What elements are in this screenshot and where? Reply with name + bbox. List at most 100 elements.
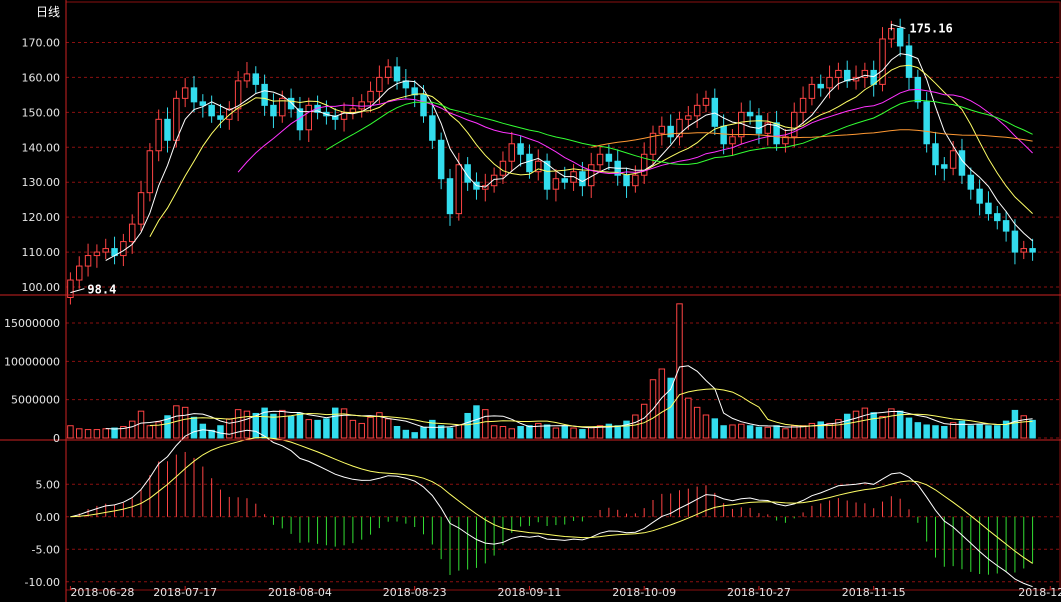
volume-bar bbox=[640, 403, 648, 439]
period-label: 日线 bbox=[36, 5, 60, 19]
volume-bar bbox=[482, 409, 489, 439]
candle-body bbox=[1020, 248, 1027, 253]
candle-body bbox=[1002, 220, 1010, 232]
volume-bar bbox=[102, 428, 109, 439]
low-price-marker: 98.4 bbox=[87, 283, 116, 297]
candle-body bbox=[429, 115, 436, 141]
candle-body bbox=[667, 125, 674, 138]
x-tick-label: 2018-12-15 bbox=[1018, 586, 1061, 599]
volume-bar bbox=[526, 425, 533, 439]
volume-bar bbox=[226, 418, 233, 439]
volume-bar bbox=[146, 425, 154, 439]
candle-body bbox=[843, 69, 851, 82]
candle-body bbox=[508, 143, 516, 162]
volume-bar bbox=[331, 407, 339, 439]
volume-bar bbox=[870, 412, 877, 439]
volume-bar bbox=[358, 422, 365, 439]
volume-bar bbox=[84, 429, 92, 439]
candle-body bbox=[596, 153, 604, 166]
volume-bar bbox=[393, 426, 401, 439]
volume-bar bbox=[296, 412, 304, 439]
candle-body bbox=[446, 178, 454, 215]
candle-body bbox=[817, 83, 824, 89]
candle-body bbox=[305, 104, 312, 131]
candle-body bbox=[835, 69, 842, 78]
volume-bar bbox=[128, 420, 136, 439]
candle-body bbox=[517, 143, 524, 155]
volume-bar bbox=[994, 425, 1001, 439]
volume-bar bbox=[985, 425, 992, 439]
volume_panel-tick-label: 10000000 bbox=[4, 355, 60, 368]
volume-bar bbox=[67, 425, 74, 439]
candle-body bbox=[994, 213, 1001, 222]
candle-body bbox=[155, 118, 162, 152]
candle-body bbox=[552, 178, 560, 190]
candle-body bbox=[384, 66, 392, 78]
price_panel-tick-label: 160.00 bbox=[22, 71, 61, 84]
candle-body bbox=[941, 164, 948, 169]
candle-body bbox=[605, 153, 613, 162]
volume-bar bbox=[967, 425, 975, 439]
macd_panel-tick-label: 0.00 bbox=[36, 511, 61, 524]
volume-bar bbox=[349, 419, 357, 439]
volume-bar bbox=[314, 419, 321, 439]
price_panel-tick-label: 140.00 bbox=[22, 141, 61, 154]
volume-bar bbox=[181, 406, 189, 439]
volume-bar bbox=[543, 424, 551, 439]
candle-body bbox=[579, 171, 586, 187]
volume-bar bbox=[579, 429, 586, 439]
candle-body bbox=[376, 76, 383, 92]
volume-bar bbox=[420, 426, 427, 439]
candle-body bbox=[93, 251, 101, 257]
candle-body bbox=[146, 150, 154, 194]
high-price-marker: 175.16 bbox=[909, 21, 952, 35]
stock-chart[interactable]: 日线 100.00 110.00 120.00 130.00 140.00 150.00 1… bbox=[0, 0, 1061, 602]
volume-bar bbox=[137, 410, 145, 439]
volume-bar bbox=[720, 425, 727, 439]
volume-bar bbox=[738, 423, 745, 439]
volume-bar bbox=[729, 424, 736, 439]
volume-bar bbox=[879, 416, 886, 439]
volume-bar bbox=[199, 423, 207, 439]
volume-bar bbox=[508, 428, 516, 439]
volume-bar bbox=[517, 426, 524, 439]
volume-bar bbox=[234, 409, 242, 439]
candle-body bbox=[799, 97, 807, 113]
volume_panel-tick-label: 15000000 bbox=[4, 317, 60, 330]
candle-body bbox=[826, 76, 833, 89]
volume-bar bbox=[773, 425, 780, 439]
candle-body bbox=[1011, 230, 1019, 253]
macd_panel-tick-label: -5.00 bbox=[32, 543, 60, 556]
volume-bar bbox=[305, 419, 312, 439]
volume-bar bbox=[587, 426, 595, 439]
x-tick-label: 2018-11-15 bbox=[842, 586, 906, 599]
price_panel-tick-label: 100.00 bbox=[22, 281, 61, 294]
volume-bar bbox=[1011, 409, 1019, 439]
volume-bar bbox=[861, 407, 869, 439]
price_panel-tick-label: 120.00 bbox=[22, 211, 61, 224]
volume-bar bbox=[402, 429, 410, 439]
candle-body bbox=[808, 83, 816, 99]
volume-bar bbox=[782, 428, 789, 439]
candle-body bbox=[632, 174, 639, 187]
macd_panel-tick-label: -10.00 bbox=[25, 576, 60, 589]
candle-body bbox=[720, 125, 727, 145]
volume-bar bbox=[914, 422, 922, 439]
candle-body bbox=[137, 192, 145, 225]
candle-body bbox=[420, 94, 427, 117]
candle-body bbox=[76, 265, 83, 281]
candle-body bbox=[623, 174, 630, 187]
volume-bar bbox=[490, 425, 498, 439]
volume-bar bbox=[111, 427, 118, 439]
volume-bar bbox=[1029, 419, 1036, 439]
candle-body bbox=[1029, 248, 1036, 253]
candle-body bbox=[985, 202, 992, 215]
candle-body bbox=[217, 115, 224, 120]
candle-body bbox=[190, 87, 198, 103]
candle-body bbox=[976, 188, 983, 204]
price_panel-tick-label: 150.00 bbox=[22, 106, 61, 119]
volume-bar bbox=[76, 428, 83, 439]
volume-bar bbox=[817, 421, 824, 439]
x-tick-label: 2018-10-09 bbox=[612, 586, 676, 599]
volume-bar bbox=[905, 417, 913, 439]
